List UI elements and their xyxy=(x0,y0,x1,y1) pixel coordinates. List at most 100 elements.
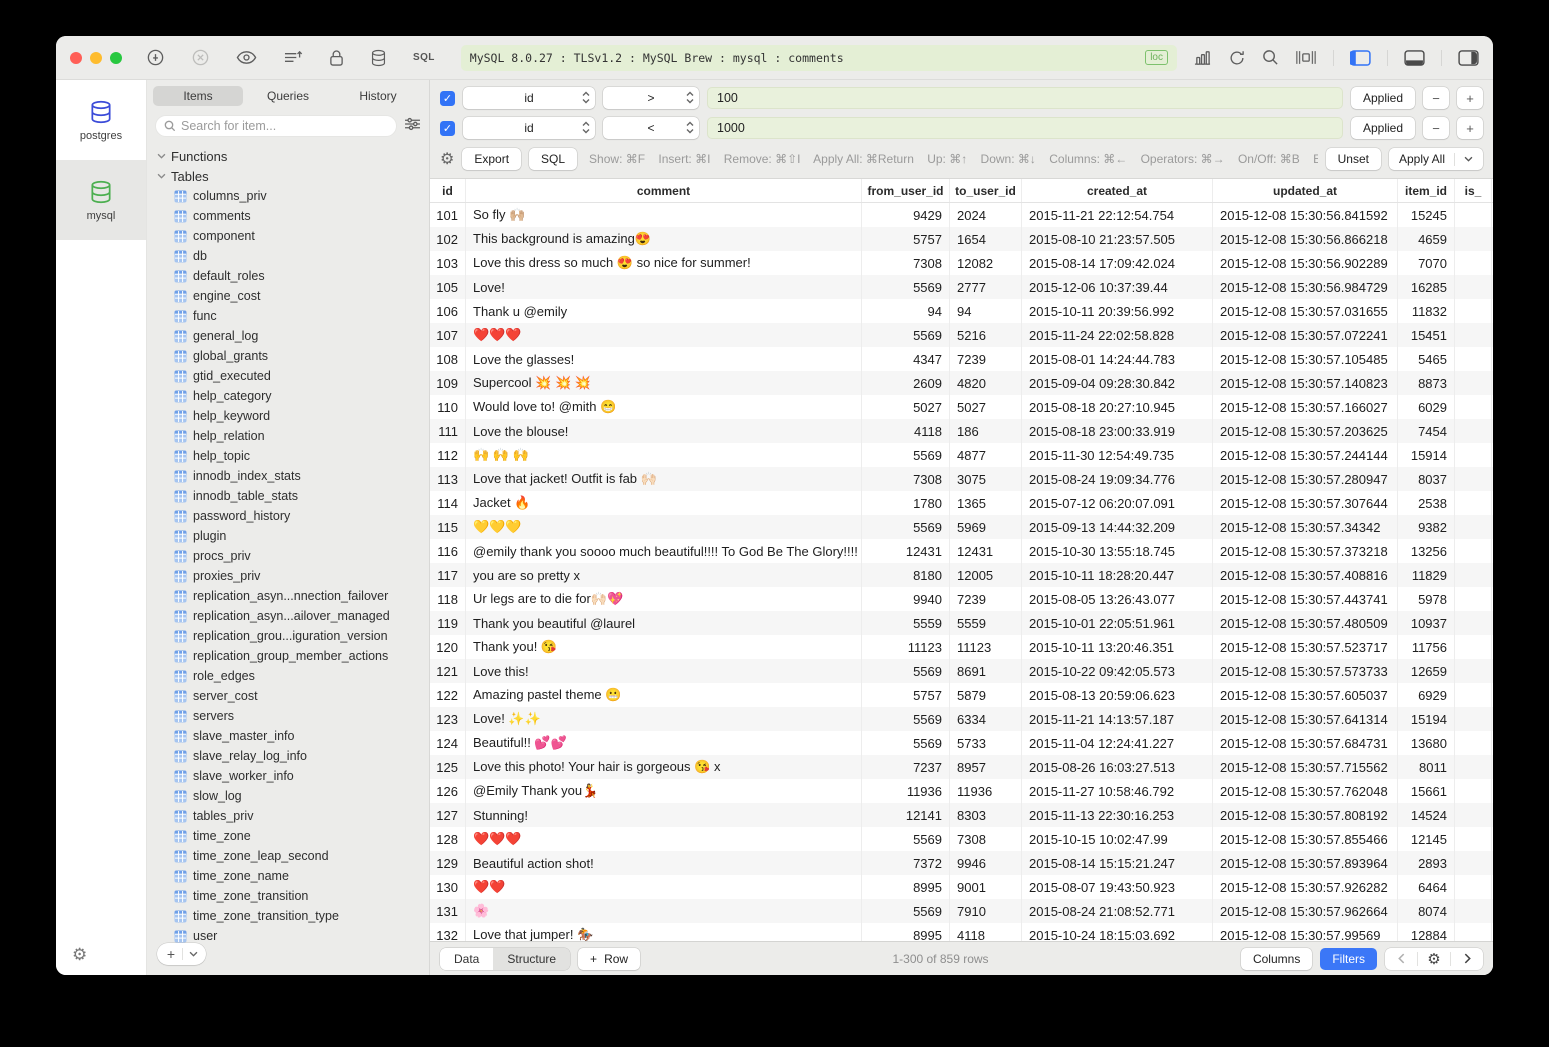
grid-cell[interactable]: 5569 xyxy=(862,707,950,731)
grid-cell[interactable]: 5733 xyxy=(950,731,1022,755)
grid-cell[interactable]: 6334 xyxy=(950,707,1022,731)
grid-cell[interactable] xyxy=(1455,707,1492,731)
grid-cell[interactable]: 2609 xyxy=(862,371,950,395)
grid-cell[interactable]: This background is amazing😍 xyxy=(466,227,862,251)
add-row-button[interactable]: + Row xyxy=(578,948,640,970)
prev-page-button[interactable] xyxy=(1385,948,1417,970)
grid-cell[interactable]: Love the blouse! xyxy=(466,419,862,443)
grid-cell[interactable]: Love that jumper! 🏇 xyxy=(466,923,862,941)
grid-cell[interactable]: 2015-12-08 15:30:57.480509 xyxy=(1213,611,1398,635)
grid-cell[interactable]: 2015-12-08 15:30:57.203625 xyxy=(1213,419,1398,443)
grid-cell[interactable]: 11123 xyxy=(950,635,1022,659)
grid-cell[interactable]: 2015-12-08 15:30:57.605037 xyxy=(1213,683,1398,707)
next-page-button[interactable] xyxy=(1451,948,1483,970)
grid-cell[interactable]: 7239 xyxy=(950,347,1022,371)
sidebar-table-item[interactable]: slave_relay_log_info xyxy=(147,746,429,766)
grid-cell[interactable]: 4118 xyxy=(950,923,1022,941)
grid-cell[interactable]: 116 xyxy=(430,539,466,563)
grid-cell[interactable]: Love the glasses! xyxy=(466,347,862,371)
grid-cell[interactable]: 2015-12-08 15:30:57.808192 xyxy=(1213,803,1398,827)
sidebar-table-item[interactable]: time_zone_name xyxy=(147,866,429,886)
grid-cell[interactable]: 5569 xyxy=(862,899,950,923)
sidebar-table-item[interactable]: tables_priv xyxy=(147,806,429,826)
grid-cell[interactable]: 7910 xyxy=(950,899,1022,923)
grid-cell[interactable] xyxy=(1455,587,1492,611)
grid-cell[interactable]: 2015-07-12 06:20:07.091 xyxy=(1022,491,1213,515)
grid-cell[interactable]: 8995 xyxy=(862,923,950,941)
sidebar-table-item[interactable]: engine_cost xyxy=(147,286,429,306)
sidebar-table-item[interactable]: time_zone_transition xyxy=(147,886,429,906)
sidebar-table-item[interactable]: columns_priv xyxy=(147,186,429,206)
grid-cell[interactable]: 2015-12-08 15:30:57.34342 xyxy=(1213,515,1398,539)
grid-cell[interactable] xyxy=(1455,683,1492,707)
grid-cell[interactable]: 2015-12-08 15:30:57.105485 xyxy=(1213,347,1398,371)
grid-cell[interactable]: 8303 xyxy=(950,803,1022,827)
grid-cell[interactable] xyxy=(1455,659,1492,683)
grid-cell[interactable]: 5757 xyxy=(862,227,950,251)
sidebar-table-item[interactable]: db xyxy=(147,246,429,266)
apply-all-button[interactable]: Apply All xyxy=(1389,148,1483,170)
tab-items[interactable]: Items xyxy=(153,86,243,106)
page-settings-gear-icon[interactable]: ⚙ xyxy=(1418,948,1450,970)
grid-cell[interactable]: 2015-12-08 15:30:56.866218 xyxy=(1213,227,1398,251)
grid-cell[interactable]: 2015-12-08 15:30:57.031655 xyxy=(1213,299,1398,323)
grid-cell[interactable]: 102 xyxy=(430,227,466,251)
grid-cell[interactable]: 2015-10-15 10:02:47.99 xyxy=(1022,827,1213,851)
tree-section-functions[interactable]: Functions xyxy=(147,146,429,166)
grid-cell[interactable] xyxy=(1455,779,1492,803)
grid-cell[interactable]: 12431 xyxy=(950,539,1022,563)
grid-cell[interactable]: 2015-12-08 15:30:57.962664 xyxy=(1213,899,1398,923)
grid-cell[interactable]: 2015-12-08 15:30:57.373218 xyxy=(1213,539,1398,563)
grid-cell[interactable]: 4659 xyxy=(1398,227,1455,251)
grid-cell[interactable]: 12141 xyxy=(862,803,950,827)
grid-cell[interactable]: 2015-12-08 15:30:57.443741 xyxy=(1213,587,1398,611)
plug-connection-icon[interactable] xyxy=(146,48,165,67)
grid-cell[interactable]: 5216 xyxy=(950,323,1022,347)
grid-cell[interactable]: 5465 xyxy=(1398,347,1455,371)
grid-cell[interactable]: 2015-10-11 20:39:56.992 xyxy=(1022,299,1213,323)
grid-cell[interactable]: 126 xyxy=(430,779,466,803)
filters-button[interactable]: Filters xyxy=(1320,948,1377,970)
grid-cell[interactable]: 8037 xyxy=(1398,467,1455,491)
grid-cell[interactable]: 2015-12-08 15:30:57.072241 xyxy=(1213,323,1398,347)
grid-cell[interactable]: 2015-08-24 21:08:52.771 xyxy=(1022,899,1213,923)
grid-cell[interactable]: 3075 xyxy=(950,467,1022,491)
sidebar-table-item[interactable]: gtid_executed xyxy=(147,366,429,386)
grid-cell[interactable]: 103 xyxy=(430,251,466,275)
grid-cell[interactable]: 124 xyxy=(430,731,466,755)
grid-cell[interactable]: 2015-12-08 15:30:57.244144 xyxy=(1213,443,1398,467)
grid-cell[interactable]: 2024 xyxy=(950,203,1022,227)
grid-cell[interactable]: 2015-08-05 13:26:43.077 xyxy=(1022,587,1213,611)
sidebar-table-item[interactable]: proxies_priv xyxy=(147,566,429,586)
grid-cell[interactable]: 2015-08-01 14:24:44.783 xyxy=(1022,347,1213,371)
grid-cell[interactable]: Ur legs are to die for🙌🏻💖 xyxy=(466,587,862,611)
grid-cell[interactable]: 2015-08-26 16:03:27.513 xyxy=(1022,755,1213,779)
grid-cell[interactable] xyxy=(1455,755,1492,779)
grid-cell[interactable]: 111 xyxy=(430,419,466,443)
grid-cell[interactable] xyxy=(1455,539,1492,563)
grid-cell[interactable]: ❤️❤️ xyxy=(466,875,862,899)
grid-cell[interactable]: 129 xyxy=(430,851,466,875)
sidebar-table-item[interactable]: servers xyxy=(147,706,429,726)
grid-cell[interactable]: 5027 xyxy=(950,395,1022,419)
grid-cell[interactable]: Beautiful action shot! xyxy=(466,851,862,875)
search-input[interactable]: Search for item... xyxy=(155,115,397,137)
grid-cell[interactable]: 9382 xyxy=(1398,515,1455,539)
grid-cell[interactable]: 2015-08-13 20:59:06.623 xyxy=(1022,683,1213,707)
filter-column-select[interactable]: id xyxy=(463,117,595,139)
grid-cell[interactable]: 4877 xyxy=(950,443,1022,467)
grid-cell[interactable]: 5569 xyxy=(862,827,950,851)
grid-cell[interactable] xyxy=(1455,923,1492,941)
grid-cell[interactable]: 7237 xyxy=(862,755,950,779)
grid-cell[interactable]: 7308 xyxy=(950,827,1022,851)
grid-cell[interactable]: 2015-10-24 18:15:03.692 xyxy=(1022,923,1213,941)
add-filter-button[interactable]: + xyxy=(1457,117,1483,139)
unset-button[interactable]: Unset xyxy=(1326,148,1381,170)
grid-cell[interactable]: 5757 xyxy=(862,683,950,707)
grid-cell[interactable]: 💛💛💛 xyxy=(466,515,862,539)
grid-cell[interactable]: 2015-12-08 15:30:57.140823 xyxy=(1213,371,1398,395)
grid-cell[interactable]: 101 xyxy=(430,203,466,227)
grid-cell[interactable]: 15194 xyxy=(1398,707,1455,731)
grid-cell[interactable]: Stunning! xyxy=(466,803,862,827)
grid-cell[interactable]: 2015-08-14 17:09:42.024 xyxy=(1022,251,1213,275)
